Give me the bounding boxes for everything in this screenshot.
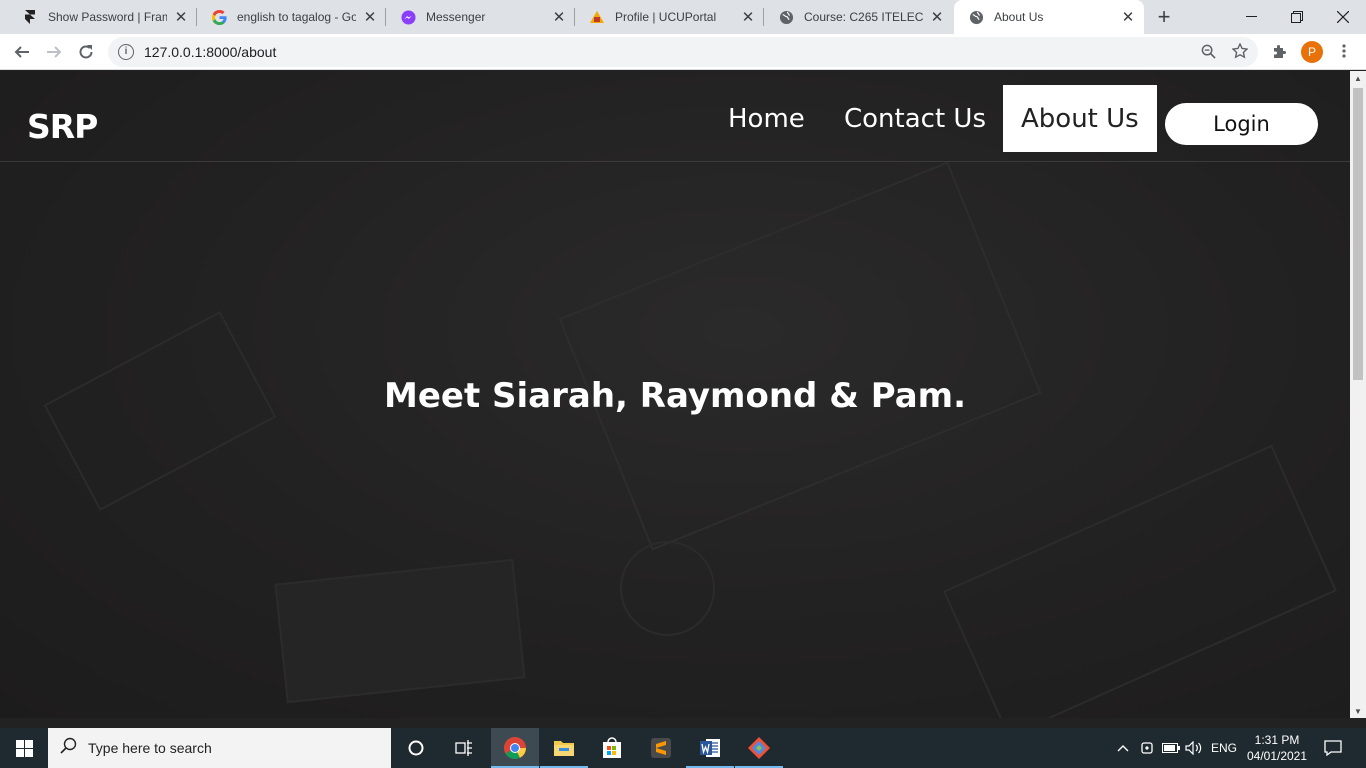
language-indicator[interactable]: ENG	[1206, 728, 1242, 768]
battery-icon[interactable]	[1160, 728, 1182, 768]
address-bar[interactable]: i 127.0.0.1:8000/about	[108, 37, 1258, 67]
taskbar-search-box[interactable]: Type here to search	[48, 728, 391, 768]
file-explorer-icon[interactable]	[540, 728, 588, 768]
clock-time: 1:31 PM	[1254, 733, 1300, 747]
chrome-taskbar-icon[interactable]	[491, 728, 539, 768]
url-text: 127.0.0.1:8000/about	[144, 44, 277, 60]
site-navbar: SRP Home Contact Us About Us Login	[0, 71, 1350, 162]
bookmark-star-icon[interactable]	[1231, 42, 1249, 60]
close-window-icon[interactable]	[1320, 0, 1366, 34]
microsoft-word-icon[interactable]	[686, 728, 734, 768]
taskbar-clock[interactable]: 1:31 PM 04/01/2021	[1244, 732, 1310, 764]
tab-strip: Show Password | Frame ✕ english to tagal…	[0, 0, 1366, 34]
reload-icon[interactable]	[72, 38, 100, 66]
microsoft-store-icon[interactable]	[588, 728, 636, 768]
minimize-icon[interactable]	[1228, 0, 1274, 34]
profile-avatar[interactable]: P	[1301, 41, 1323, 63]
windows-start-icon[interactable]	[0, 728, 48, 768]
tab-title: english to tagalog - Go	[237, 10, 356, 24]
menu-kebab-icon[interactable]	[1335, 42, 1353, 60]
clock-date: 04/01/2021	[1246, 749, 1308, 763]
scrollbar-thumb[interactable]	[1353, 88, 1363, 380]
restore-icon[interactable]	[1274, 0, 1320, 34]
page-headline: Meet Siarah, Raymond & Pam.	[384, 376, 966, 416]
close-icon[interactable]: ✕	[362, 9, 378, 26]
show-hidden-icons-chevron-icon[interactable]	[1112, 728, 1134, 768]
page-scrollbar[interactable]: ▲ ▼	[1350, 71, 1366, 718]
close-icon[interactable]: ✕	[740, 9, 756, 26]
back-arrow-icon[interactable]	[8, 38, 36, 66]
site-logo[interactable]: SRP	[27, 107, 98, 146]
task-view-icon[interactable]	[440, 728, 488, 768]
volume-icon[interactable]	[1183, 728, 1205, 768]
nav-home[interactable]: Home	[728, 85, 805, 152]
search-placeholder: Type here to search	[88, 740, 212, 756]
tab-about-us[interactable]: About Us ✕	[954, 0, 1144, 34]
site-info-icon[interactable]: i	[118, 44, 134, 60]
close-icon[interactable]: ✕	[1120, 9, 1136, 26]
browser-toolbar: i 127.0.0.1:8000/about P	[0, 34, 1366, 70]
tab-title: Profile | UCUPortal	[615, 10, 717, 24]
close-icon[interactable]: ✕	[173, 9, 189, 26]
close-icon[interactable]: ✕	[929, 9, 945, 26]
scroll-down-arrow-icon[interactable]: ▼	[1354, 707, 1362, 716]
search-icon	[60, 737, 78, 759]
tab-course[interactable]: Course: C265 ITELEC10 ✕	[764, 0, 953, 34]
tab-show-password[interactable]: Show Password | Frame ✕	[8, 0, 197, 34]
page-viewport: SRP Home Contact Us About Us Login Meet …	[0, 71, 1350, 718]
background-circle-shape	[620, 541, 715, 636]
forward-arrow-icon[interactable]	[40, 38, 68, 66]
cortana-circle-icon[interactable]	[392, 728, 440, 768]
background-card-shape	[274, 558, 526, 704]
tab-title: About Us	[994, 10, 1044, 24]
tab-title: Messenger	[426, 10, 486, 24]
tab-english-to-tagalog[interactable]: english to tagalog - Go ✕	[197, 0, 386, 34]
zoom-icon[interactable]	[1199, 42, 1217, 60]
close-icon[interactable]: ✕	[551, 9, 567, 26]
notifications-icon[interactable]	[1318, 728, 1348, 768]
nav-about-us[interactable]: About Us	[1003, 85, 1157, 152]
tab-title: Show Password | Frame	[48, 10, 167, 24]
messenger-icon	[400, 9, 416, 25]
new-tab-plus-icon[interactable]: +	[1152, 4, 1176, 29]
location-device-icon[interactable]	[1136, 728, 1158, 768]
google-icon	[211, 9, 227, 25]
git-gui-icon[interactable]	[735, 728, 783, 768]
ucuportal-icon	[589, 9, 605, 25]
framer-icon	[22, 9, 38, 25]
windows-taskbar: Type here to search ENG 1:31 PM 04/01/20…	[0, 728, 1366, 768]
globe-icon	[968, 9, 984, 25]
nav-contact-us[interactable]: Contact Us	[844, 85, 986, 152]
globe-icon	[778, 9, 794, 25]
background-paper-shape	[943, 444, 1337, 718]
background-laptop-shape	[558, 161, 1042, 551]
sublime-text-icon[interactable]	[637, 728, 685, 768]
extensions-puzzle-icon[interactable]	[1271, 42, 1289, 60]
tab-title: Course: C265 ITELEC10	[804, 10, 923, 24]
tab-ucuportal[interactable]: Profile | UCUPortal ✕	[575, 0, 764, 34]
tab-messenger[interactable]: Messenger ✕	[386, 0, 575, 34]
scroll-up-arrow-icon[interactable]: ▲	[1354, 74, 1362, 83]
login-button[interactable]: Login	[1165, 103, 1318, 145]
